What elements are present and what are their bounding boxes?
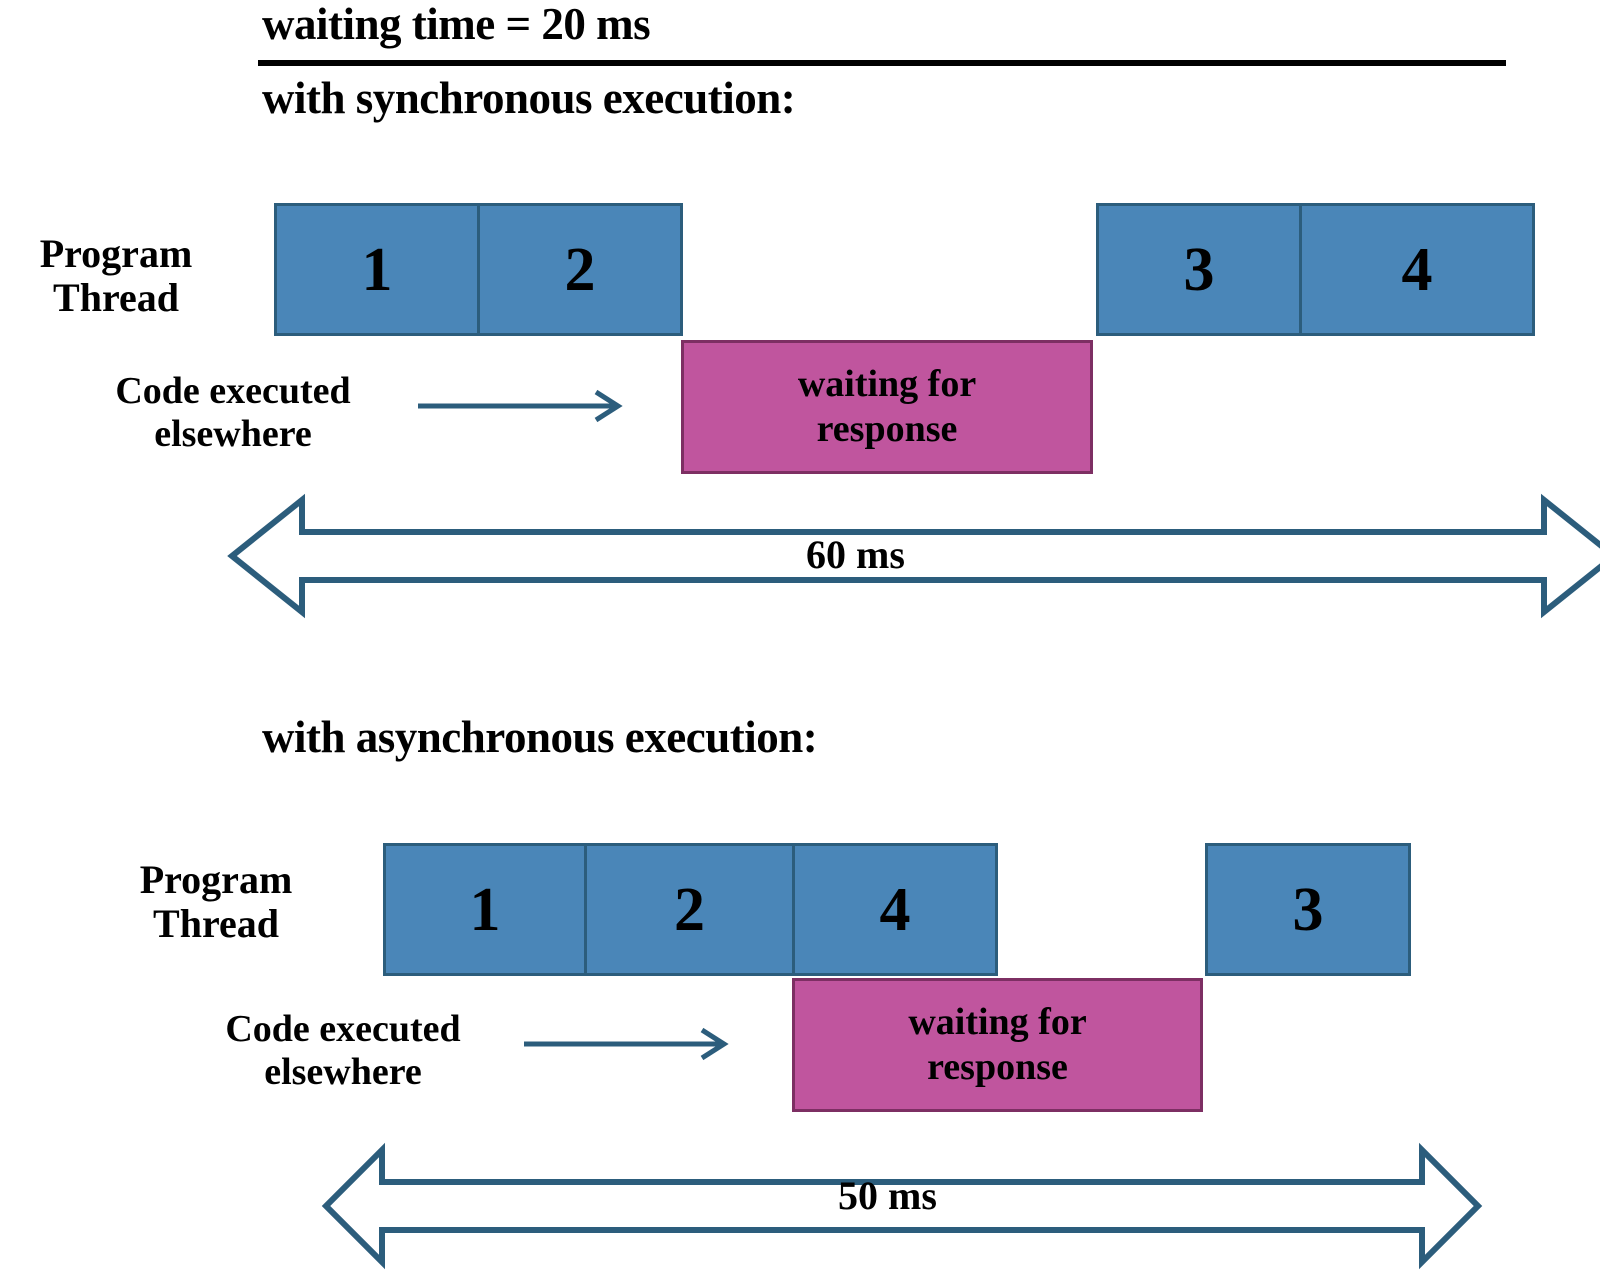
duration-label-synchronous: 60 ms: [806, 532, 905, 577]
waiting-block-line2: response: [816, 408, 958, 450]
waiting-block-line1: waiting for: [908, 1001, 1087, 1044]
task-block-label: 2: [564, 235, 596, 304]
code-elsewhere-label-synchronous: Code executed elsewhere: [115, 370, 351, 455]
page-title: waiting time = 20 ms: [262, 0, 651, 49]
arrow-right-icon-synchronous: [418, 382, 628, 424]
task-block-label: 2: [674, 875, 705, 944]
task-block-label: 4: [879, 875, 911, 944]
waiting-block-synchronous[interactable]: waiting for response: [681, 340, 1093, 474]
task-block-label: 4: [1401, 235, 1433, 304]
task-block-label: 3: [1183, 235, 1215, 304]
task-block-async-2[interactable]: 2: [584, 843, 795, 976]
task-block-label: 3: [1292, 875, 1324, 944]
task-block-sync-3[interactable]: 3: [1096, 203, 1302, 336]
code-elsewhere-label-asynchronous: Code executed elsewhere: [225, 1008, 461, 1093]
waiting-block-line2: response: [927, 1046, 1068, 1088]
duration-label-asynchronous: 50 ms: [838, 1173, 937, 1218]
title-divider: [258, 60, 1506, 66]
task-block-sync-2[interactable]: 2: [477, 203, 683, 336]
duration-arrow-synchronous: [227, 492, 1600, 620]
section-heading-asynchronous: with asynchronous execution:: [262, 712, 818, 762]
thread-label-synchronous: Program Thread: [39, 231, 193, 320]
thread-label-asynchronous: Program Thread: [139, 857, 293, 946]
task-block-sync-1[interactable]: 1: [274, 203, 480, 336]
section-heading-synchronous: with synchronous execution:: [262, 73, 796, 123]
waiting-block-line1: waiting for: [797, 363, 977, 406]
task-block-sync-4[interactable]: 4: [1299, 203, 1535, 336]
task-block-async-1[interactable]: 1: [383, 843, 587, 976]
arrow-right-icon-asynchronous: [524, 1020, 734, 1062]
task-block-label: 1: [469, 875, 501, 944]
task-block-async-3[interactable]: 3: [1205, 843, 1411, 976]
diagram-canvas: waiting time = 20 ms with synchronous ex…: [0, 0, 1600, 1285]
waiting-block-asynchronous[interactable]: waiting for response: [792, 978, 1203, 1112]
task-block-label: 1: [361, 235, 393, 304]
task-block-async-4[interactable]: 4: [792, 843, 998, 976]
